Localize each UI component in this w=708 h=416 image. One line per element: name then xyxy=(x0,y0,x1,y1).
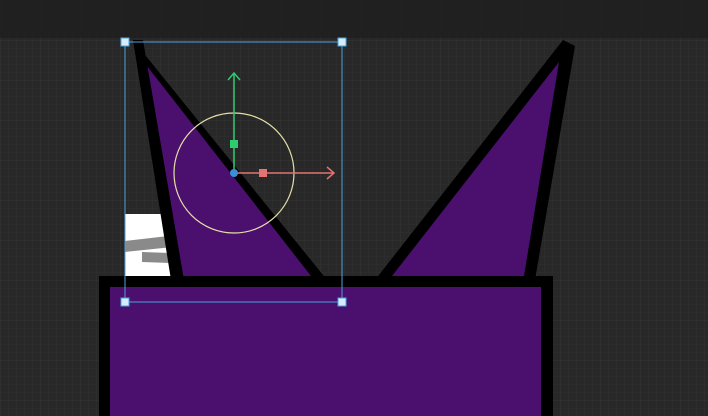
handle-top-right[interactable] xyxy=(337,37,347,47)
handle-bottom-left[interactable] xyxy=(120,297,130,307)
handle-bottom-right[interactable] xyxy=(337,297,347,307)
scene-canvas[interactable] xyxy=(0,0,708,416)
pivot-dot-icon[interactable] xyxy=(230,169,238,177)
handle-top-left[interactable] xyxy=(120,37,130,47)
top-toolbar-strip xyxy=(0,0,708,38)
scene-editor-viewport[interactable] xyxy=(0,0,708,416)
body-block[interactable] xyxy=(99,276,553,416)
